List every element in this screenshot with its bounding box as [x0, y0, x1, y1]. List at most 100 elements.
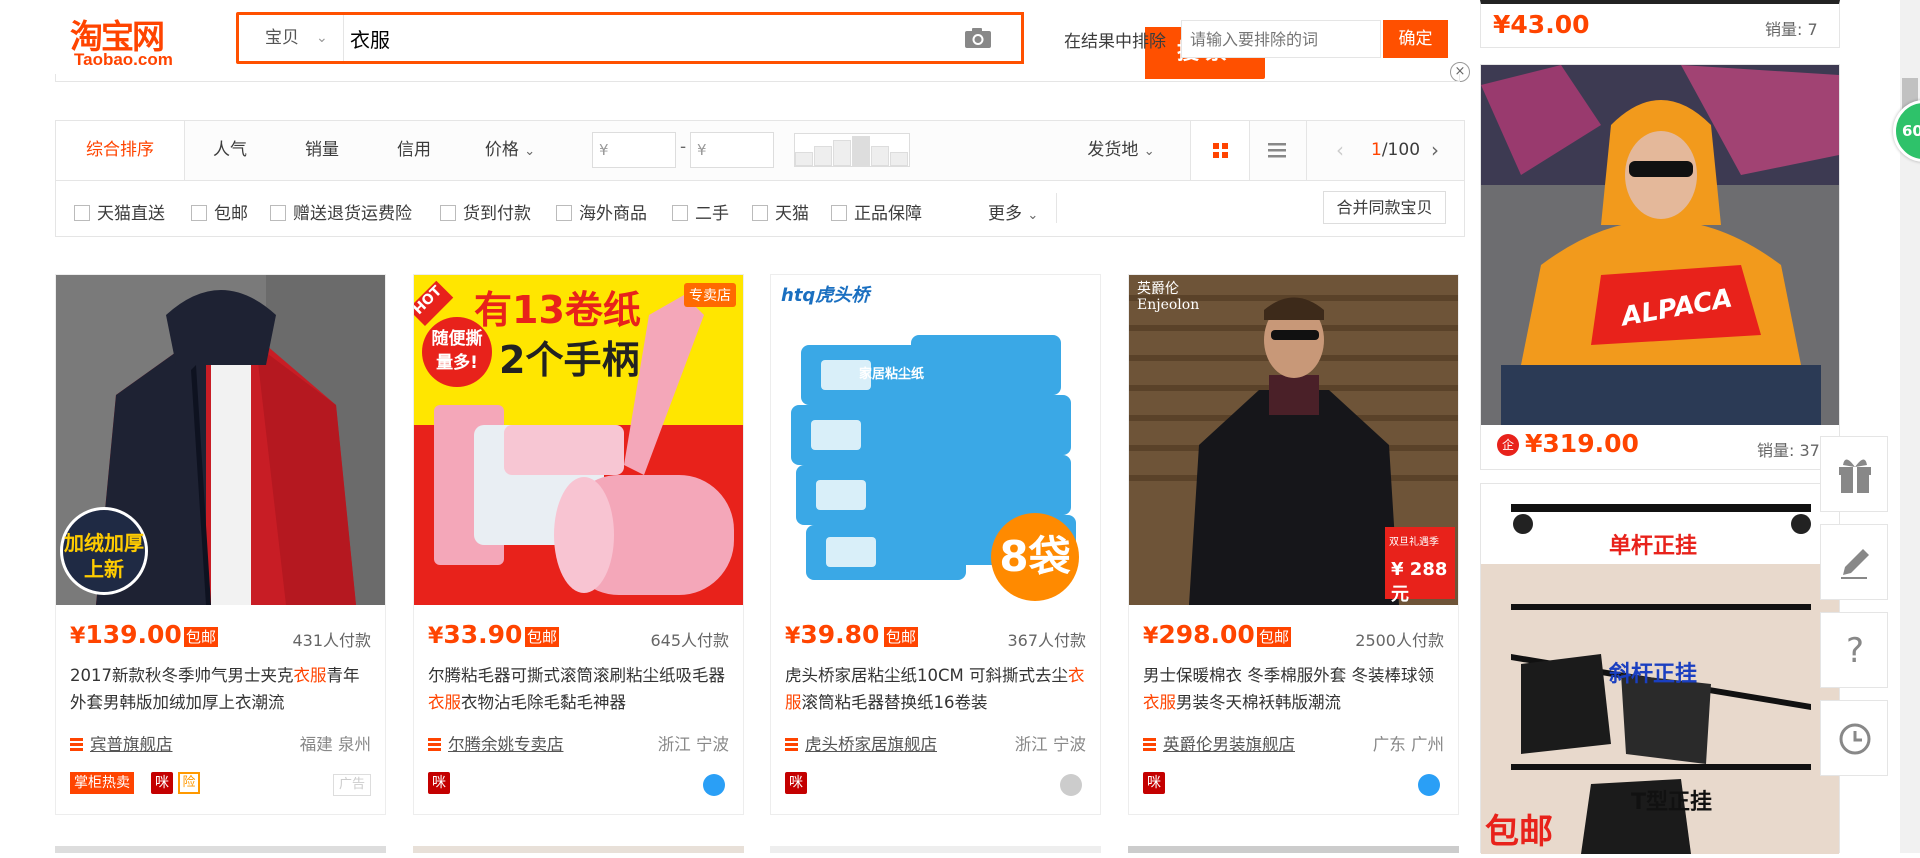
gift-tool[interactable] [1820, 436, 1888, 512]
taobao-logo[interactable]: 淘宝网 Taobao.com [70, 10, 200, 69]
price-max-input[interactable]: ¥ [690, 132, 774, 168]
price-dist-bar [852, 136, 870, 166]
speed-badge[interactable]: 60 [1893, 100, 1920, 162]
feedback-tool[interactable] [1820, 524, 1888, 600]
product-price: ¥33.90 [428, 620, 522, 649]
chevron-down-icon: ⌄ [1143, 144, 1155, 159]
sort-sales[interactable]: 销量 [276, 121, 368, 180]
checkbox[interactable] [831, 205, 847, 221]
sort-bar: 综合排序 人气 销量 信用 价格 ⌄ ¥ - ¥ 发货地 ⌄ ‹ 1/100 › [55, 120, 1465, 181]
product-card[interactable]: 英爵伦 Enjeolon 双旦礼遇季 ¥ 288 元 ¥298.00 包邮 25… [1128, 274, 1459, 815]
price-dist-bar [814, 146, 832, 166]
price-min-input[interactable]: ¥ [592, 132, 676, 168]
currency-symbol: ¥ [70, 624, 86, 649]
title-highlight: 衣服 [1143, 693, 1176, 712]
shop-name: 英爵伦男装旗舰店 [1163, 735, 1295, 754]
product-card[interactable]: 加绒加厚 上新 ¥139.00 包邮 431人付款 2017新款秋冬季帅气男士夹… [55, 274, 386, 815]
shop-link[interactable]: 英爵伦男装旗舰店 [1143, 731, 1295, 755]
exclude-input[interactable] [1181, 20, 1381, 58]
sort-default[interactable]: 综合排序 [56, 121, 185, 180]
product-price-value: 33.90 [443, 620, 523, 649]
search-input[interactable] [350, 19, 960, 57]
rail-item[interactable]: ALPACA 企 ¥319.00 销量: 37 [1480, 64, 1840, 470]
filter-overseas[interactable]: 海外商品 [556, 199, 647, 224]
recommend-rail: ¥43.00 销量: 7 ALPACA 企 ¥319.00 销量: 37 单杆正… [1480, 0, 1840, 854]
title-text: 衣物沾毛除毛黏毛神器 [461, 693, 626, 712]
product-card[interactable]: HOT 有13卷纸 2个手柄 随便撕 量多! 专卖店 ¥33.90 包邮 645… [413, 274, 744, 815]
filter-tmall[interactable]: 天猫 [752, 199, 809, 224]
shop-name: 尔腾余姚专卖店 [448, 735, 564, 754]
product-image[interactable]: htq虎头桥 家居粘尘纸 8袋 [771, 275, 1100, 605]
filter-free-shipping[interactable]: 包邮 [191, 199, 248, 224]
free-shipping-badge: 包邮 [1257, 627, 1292, 647]
shop-link[interactable]: 虎头桥家居旗舰店 [785, 731, 937, 755]
list-view-icon[interactable] [1248, 121, 1307, 180]
brand-logo: 英爵伦 Enjeolon [1137, 281, 1200, 313]
currency-symbol: ¥ [1143, 624, 1159, 649]
rail-item[interactable]: ¥43.00 销量: 7 [1480, 0, 1840, 48]
shop-link[interactable]: 尔腾余姚专卖店 [428, 731, 564, 755]
ship-from-select[interactable]: 发货地 ⌄ [1071, 121, 1171, 180]
more-filters-button[interactable]: 更多 ⌄ [988, 199, 1038, 224]
title-text: 尔腾粘毛器可撕式滚筒滚刷粘尘纸吸毛器 [428, 666, 725, 685]
brand-shield-icon: 企 [1497, 434, 1519, 456]
grid-view-icon[interactable] [1190, 121, 1250, 180]
promo-tag: 双旦礼遇季 ¥ 288 元 [1385, 527, 1455, 605]
help-tool[interactable]: ? [1820, 612, 1888, 688]
filter-tmall-direct[interactable]: 天猫直送 [74, 199, 165, 224]
wangwang-chat-icon[interactable] [703, 774, 725, 796]
exclude-confirm-button[interactable]: 确定 [1383, 20, 1448, 58]
price-distribution-chart[interactable] [794, 133, 910, 167]
filter-second-hand[interactable]: 二手 [672, 199, 729, 224]
shop-link[interactable]: 宾普旗舰店 [70, 731, 173, 755]
product-image[interactable]: HOT 有13卷纸 2个手柄 随便撕 量多! 专卖店 [414, 275, 743, 605]
checkbox[interactable] [556, 205, 572, 221]
product-price-value: 39.80 [800, 620, 880, 649]
filter-label: 正品保障 [854, 204, 922, 224]
promo-tag-title: 双旦礼遇季 [1389, 537, 1439, 548]
sort-credit[interactable]: 信用 [368, 121, 460, 180]
filter-genuine[interactable]: 正品保障 [831, 199, 922, 224]
next-row-card-edge [770, 846, 1101, 853]
filter-cash-on-delivery[interactable]: 货到付款 [440, 199, 531, 224]
history-tool[interactable] [1820, 700, 1888, 776]
filter-return-insurance[interactable]: 赠送退货运费险 [270, 199, 412, 224]
checkbox[interactable] [270, 205, 286, 221]
filter-label: 赠送退货运费险 [293, 204, 412, 224]
ad-label: 广告 [333, 774, 371, 796]
product-location: 福建 泉州 [299, 735, 371, 754]
product-image[interactable]: 英爵伦 Enjeolon 双旦礼遇季 ¥ 288 元 [1129, 275, 1458, 605]
rail-sold-count: 销量: 7 [1765, 20, 1818, 39]
checkbox[interactable] [191, 205, 207, 221]
checkbox[interactable] [752, 205, 768, 221]
chevron-right-icon[interactable]: › [1431, 121, 1439, 180]
rack-label-1: 单杆正挂 [1609, 534, 1698, 559]
sort-price[interactable]: 价格 ⌄ [460, 121, 560, 180]
pager-text: 1/100 [1371, 121, 1420, 180]
camera-icon[interactable] [964, 27, 992, 49]
wangwang-chat-icon[interactable] [1418, 774, 1440, 796]
wangwang-chat-icon[interactable] [1060, 774, 1082, 796]
product-title[interactable]: 2017新款秋冬季帅气男士夹克衣服青年外套男韩版加绒加厚上衣潮流 [70, 662, 370, 716]
merge-same-items-button[interactable]: 合并同款宝贝 [1323, 191, 1446, 224]
product-sold-count: 2500人付款 [1355, 631, 1444, 650]
product-title[interactable]: 虎头桥家居粘尘纸10CM 可斜撕式去尘衣服滚筒粘毛器替换纸16卷装 [785, 662, 1085, 716]
chevron-down-icon: ⌄ [524, 144, 536, 159]
suggestion-bar-edge [55, 74, 1460, 82]
product-image[interactable]: 加绒加厚 上新 [56, 275, 385, 605]
checkbox[interactable] [440, 205, 456, 221]
tmall-icon: 咪 [1143, 772, 1165, 794]
search-type-select[interactable]: 宝贝 ⌄ [239, 15, 344, 61]
chevron-left-icon[interactable]: ‹ [1336, 121, 1344, 180]
product-title[interactable]: 尔腾粘毛器可撕式滚筒滚刷粘尘纸吸毛器衣服衣物沾毛除毛黏毛神器 [428, 662, 728, 716]
sort-popularity[interactable]: 人气 [184, 121, 276, 180]
rail-product-photo-hoodie [1481, 65, 1839, 425]
title-text: 滚筒粘毛器替换纸16卷装 [801, 693, 988, 712]
product-card[interactable]: htq虎头桥 家居粘尘纸 8袋 ¥39.80 包邮 367人付款 虎头桥家居粘尘… [770, 274, 1101, 815]
filter-label: 二手 [695, 204, 729, 224]
rail-item[interactable]: 单杆正挂 斜杆正挂 T型正挂 包邮 [1480, 483, 1840, 854]
checkbox[interactable] [74, 205, 90, 221]
product-title[interactable]: 男士保暖棉衣 冬季棉服外套 冬装棒球领衣服男装冬天棉袄韩版潮流 [1143, 662, 1443, 716]
checkbox[interactable] [672, 205, 688, 221]
product-sold-count: 431人付款 [292, 631, 371, 650]
